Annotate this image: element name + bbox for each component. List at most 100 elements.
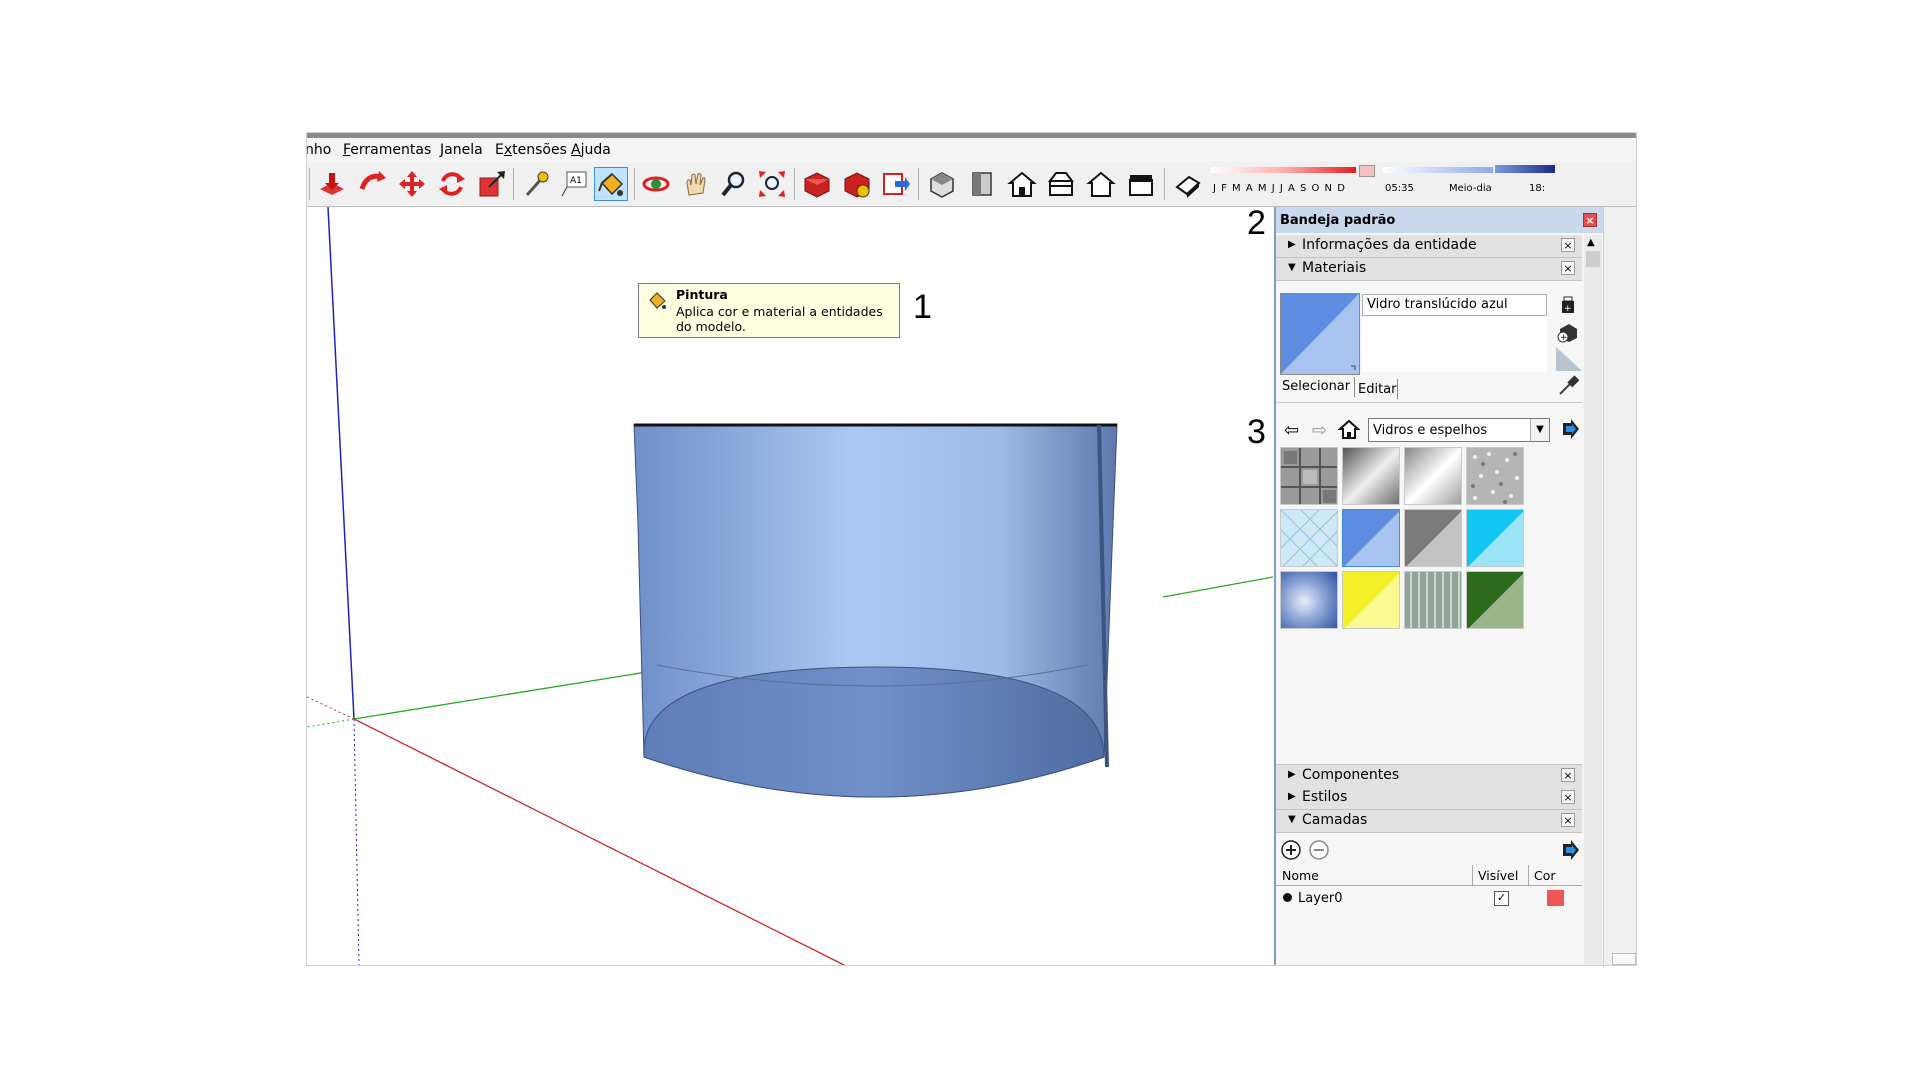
follow-me-button[interactable] [355,167,389,201]
dock-handle[interactable] [1612,953,1636,965]
iso-view-button[interactable] [925,167,959,201]
scale-button[interactable] [475,167,509,201]
swatch-yellow-translucent[interactable] [1342,571,1400,629]
top-view-button[interactable] [965,167,999,201]
library-dropdown[interactable]: Vidros e espelhos ▼ [1368,418,1550,442]
details-button[interactable] [1560,419,1580,443]
menu-ajuda[interactable]: Ajuda [571,142,611,158]
tab-edit[interactable]: Editar [1358,382,1397,397]
text-label-button[interactable]: A1 [557,167,591,201]
remove-layer-button[interactable] [1308,839,1330,865]
send-to-layout-button[interactable] [879,167,913,201]
front-view-button[interactable] [1005,167,1039,201]
divider [1276,402,1582,403]
swatch-frosted-glass[interactable] [1466,447,1524,505]
tab-select[interactable]: Selecionar [1282,379,1350,394]
rotate-icon [439,172,465,196]
left-view-button[interactable] [1124,167,1158,201]
swatch-gray-translucent[interactable] [1404,509,1462,567]
push-pull-button[interactable] [315,167,349,201]
tray-scrollbar[interactable]: ▲ [1584,235,1602,965]
close-layers-button[interactable]: × [1561,813,1575,827]
eyedropper-icon [1559,375,1580,395]
back-view-button[interactable] [1084,167,1118,201]
swatch-tile-glass[interactable] [1280,447,1338,505]
section-materials[interactable]: ▼ Materiais × [1276,258,1582,281]
col-color: Cor [1534,868,1556,883]
left-view-icon [1129,175,1153,196]
layer-visible-checkbox[interactable]: ✓ [1494,891,1509,906]
close-entity-info-button[interactable]: × [1561,238,1575,252]
eyedropper-button[interactable] [1557,374,1580,400]
default-material-button[interactable]: + [1559,295,1577,319]
layers-table-header: Nome Visível Cor [1276,865,1582,886]
layer-details-button[interactable] [1560,840,1580,864]
paint-bucket-button[interactable] [594,167,628,201]
close-materials-button[interactable]: × [1561,261,1575,275]
tape-measure-button[interactable] [519,167,553,201]
move-button[interactable] [395,167,429,201]
move-icon [399,171,425,197]
active-layer-radio[interactable] [1283,893,1292,902]
toolbar-separator [1164,168,1165,200]
swatch-green-translucent[interactable] [1466,571,1524,629]
pan-icon [686,173,706,196]
forward-arrow-icon[interactable]: ⇨ [1312,420,1327,441]
menu-extensoes[interactable]: Extensões [495,142,567,158]
layer-name[interactable]: Layer0 [1298,891,1343,906]
scroll-up-icon[interactable]: ▲ [1587,237,1595,248]
push-pull-icon [320,173,344,195]
section-styles[interactable]: ▶ Estilos × [1276,787,1582,810]
zoom-extents-button[interactable] [755,167,789,201]
paint-bucket-icon [646,289,668,314]
model-viewport[interactable]: Pintura Aplica cor e material a entidade… [307,204,1273,965]
back-arrow-icon[interactable]: ⇦ [1284,420,1299,441]
menu-ferramentas[interactable]: Ferramentas [343,142,431,158]
menu-desenho[interactable]: nho [307,142,331,158]
rotate-button[interactable] [435,167,469,201]
swatch-mirror-light[interactable] [1404,447,1462,505]
warehouse-button[interactable] [799,167,833,201]
close-components-button[interactable]: × [1561,768,1575,782]
default-tray: Bandeja padrão × ▲ ▶ Informações da enti… [1274,207,1605,965]
zoom-icon [721,171,745,197]
date-slider-thumb[interactable] [1359,165,1375,177]
section-components[interactable]: ▶ Componentes × [1276,764,1582,788]
swatch-sky-reflection[interactable] [1280,571,1338,629]
extension-warehouse-button[interactable] [839,167,873,201]
shadow-toggle-button[interactable] [1171,167,1205,201]
layer-color-swatch[interactable] [1547,890,1564,906]
layer-row[interactable]: Layer0 ✓ [1276,888,1582,910]
tray-close-button[interactable]: × [1583,213,1597,227]
col-divider [1472,865,1473,885]
swatch-mirror-gray[interactable] [1342,447,1400,505]
section-entity-info[interactable]: ▶ Informações da entidade × [1276,235,1582,258]
swatch-ribbed-glass[interactable] [1404,571,1462,629]
menu-janela[interactable]: Janela [440,142,483,158]
close-styles-button[interactable]: × [1561,790,1575,804]
tab-divider [1397,379,1398,399]
expand-right-icon: ▶ [1288,769,1296,780]
toolbar-separator [513,168,514,200]
right-view-button[interactable] [1044,167,1078,201]
section-layers[interactable]: ▼ Camadas × [1276,810,1582,833]
shadow-time-slider[interactable]: 05:35 Meio-dia 18: [1383,165,1633,203]
home-button[interactable] [1337,418,1361,444]
material-name-field[interactable]: Vidro translúcido azul [1362,294,1547,316]
swatch-blue-grid-glass[interactable] [1280,509,1338,567]
scroll-thumb[interactable] [1586,251,1600,267]
paint-bucket-icon [598,172,624,196]
zoom-button[interactable] [717,167,751,201]
remove-circle-icon [1309,840,1329,860]
orbit-button[interactable] [639,167,673,201]
callout-3: 3 [1247,413,1266,451]
swatch-blue-translucent[interactable] [1342,509,1400,567]
create-material-button[interactable]: + [1557,321,1579,347]
shadow-date-slider[interactable]: J F M A M J J A S O N D [1211,165,1375,203]
add-circle-icon [1281,840,1301,860]
swatch-cyan-translucent[interactable] [1466,509,1524,567]
pan-button[interactable] [679,167,713,201]
add-layer-button[interactable] [1280,839,1302,865]
svg-text:A1: A1 [570,176,582,186]
sample-triangle [1556,347,1582,375]
